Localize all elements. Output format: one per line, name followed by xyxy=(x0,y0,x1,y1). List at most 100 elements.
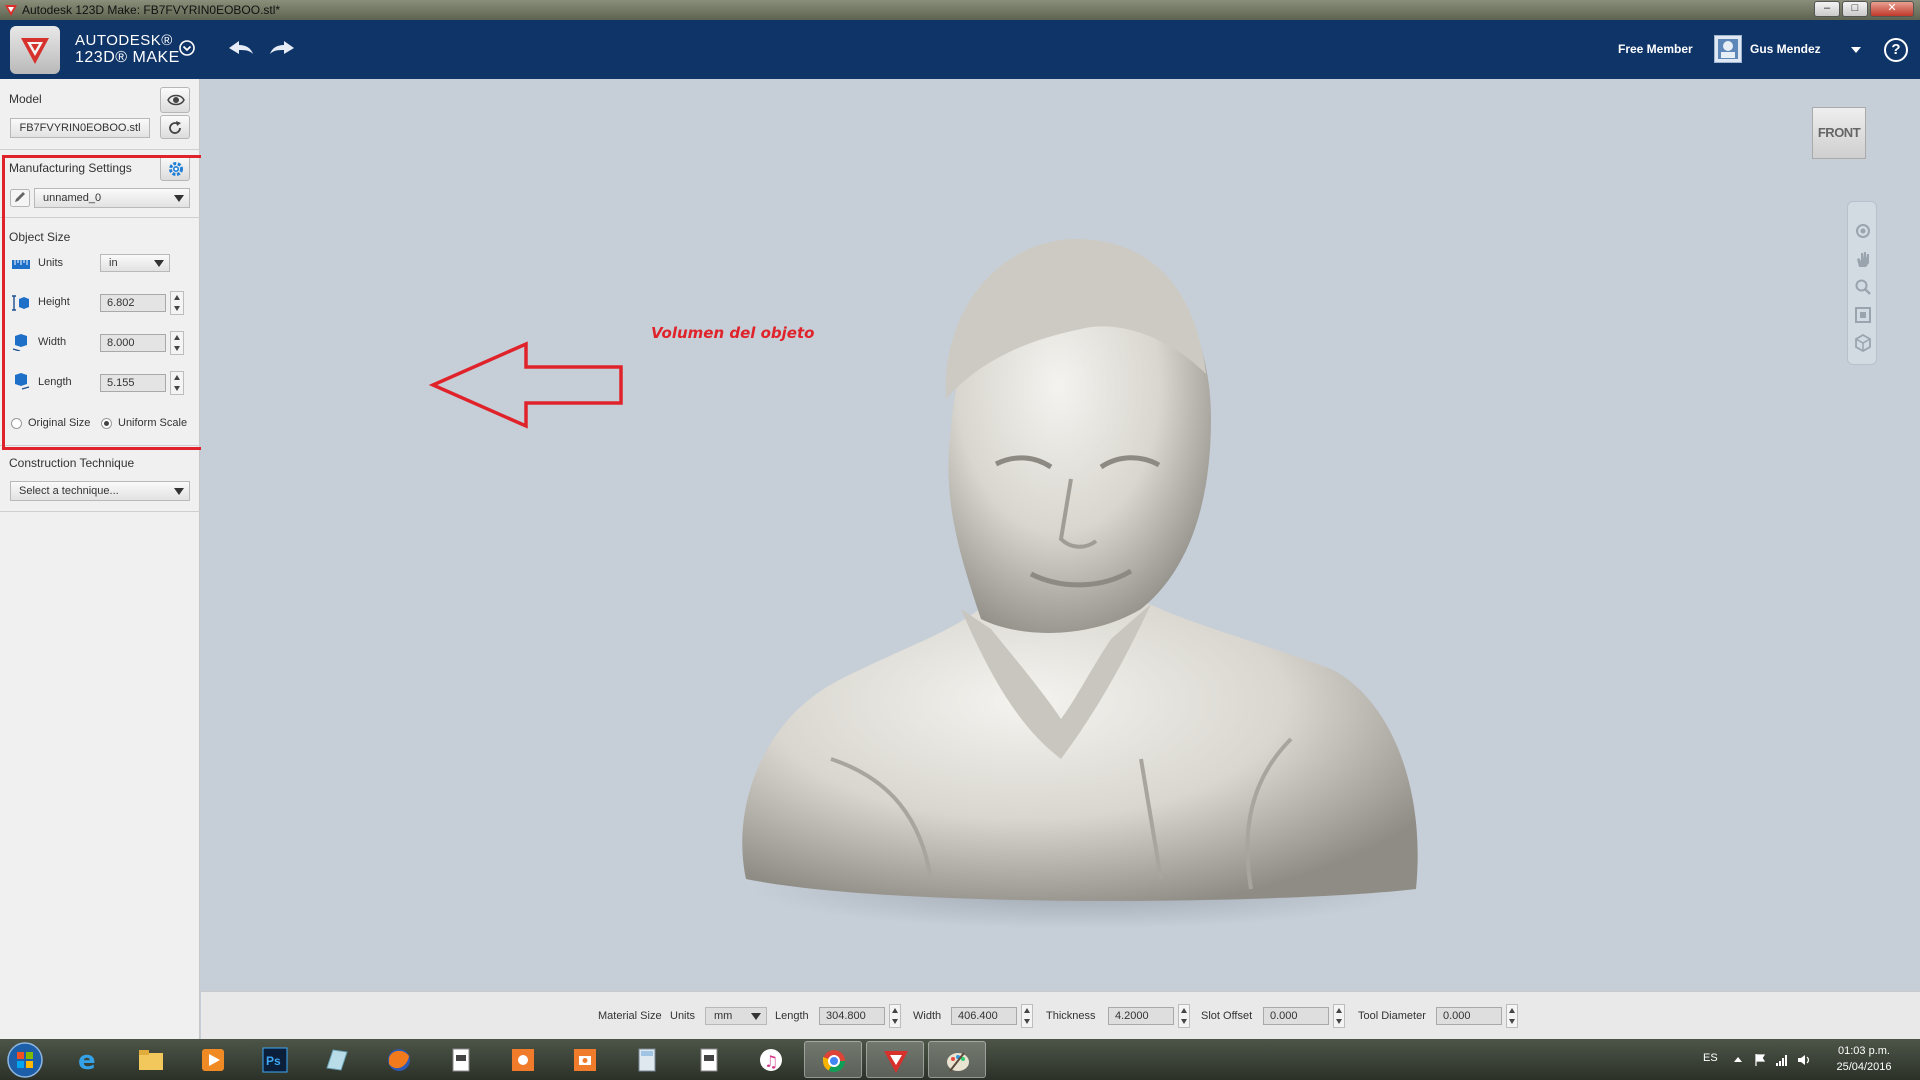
camera-icon xyxy=(574,1049,596,1071)
taskbar-calculator[interactable] xyxy=(618,1041,676,1078)
firefox-icon xyxy=(388,1049,410,1071)
document-icon xyxy=(700,1048,718,1072)
tool-diameter-input[interactable]: 0.000 xyxy=(1436,1007,1502,1025)
material-thickness-stepper[interactable] xyxy=(1178,1004,1190,1028)
tool-diameter-stepper[interactable] xyxy=(1506,1004,1518,1028)
taskbar-photoshop[interactable]: Ps xyxy=(246,1041,304,1078)
slot-offset-input[interactable]: 0.000 xyxy=(1263,1007,1329,1025)
orbit-icon[interactable] xyxy=(1854,222,1872,240)
calculator-icon xyxy=(638,1048,656,1072)
material-units-select[interactable]: mm xyxy=(705,1007,767,1025)
taskbar-clock[interactable]: 01:03 p.m. 25/04/2016 xyxy=(1826,1043,1902,1075)
reload-model-button[interactable] xyxy=(160,115,190,139)
window-title-bar: Autodesk 123D Make: FB7FVYRIN0EOBOO.stl*… xyxy=(0,0,1920,20)
stepper-up-icon[interactable] xyxy=(1024,1008,1030,1013)
material-thickness-input[interactable]: 4.2000 xyxy=(1108,1007,1174,1025)
material-length-input[interactable]: 304.800 xyxy=(819,1007,885,1025)
minimize-button[interactable]: – xyxy=(1814,1,1840,17)
divider xyxy=(0,149,200,150)
taskbar-123d-make[interactable] xyxy=(866,1041,924,1078)
undo-icon[interactable] xyxy=(227,38,255,58)
taskbar: e Ps ♫ ES 01:03 p.m. 25/04/2016 xyxy=(0,1039,1920,1080)
tool-diameter-label: Tool Diameter xyxy=(1358,1010,1426,1022)
app-logo[interactable] xyxy=(10,26,60,74)
taskbar-media-player[interactable] xyxy=(184,1041,242,1078)
annotation-text: Volumen del objeto xyxy=(651,324,815,342)
windows-start-icon[interactable] xyxy=(5,1041,45,1079)
show-hidden-icons-icon[interactable] xyxy=(1731,1053,1745,1067)
material-thickness-label: Thickness xyxy=(1046,1010,1096,1022)
fit-view-icon[interactable] xyxy=(1854,306,1872,324)
stepper-up-icon[interactable] xyxy=(1509,1008,1515,1013)
3d-viewport[interactable]: FRONT Volumen del objeto xyxy=(201,79,1920,991)
object-size-highlight-box xyxy=(2,155,210,450)
app-menu-chevron-icon[interactable] xyxy=(178,39,196,57)
help-button[interactable]: ? xyxy=(1884,38,1908,62)
technique-select[interactable]: Select a technique... xyxy=(10,481,190,501)
input-language[interactable]: ES xyxy=(1703,1052,1718,1064)
document-icon xyxy=(452,1048,470,1072)
pan-hand-icon[interactable] xyxy=(1854,250,1872,268)
user-menu-dropdown-icon[interactable] xyxy=(1851,47,1861,53)
folder-icon xyxy=(139,1050,163,1070)
construction-technique-label: Construction Technique xyxy=(9,456,135,470)
material-units-value: mm xyxy=(714,1010,733,1022)
volume-icon[interactable] xyxy=(1797,1053,1811,1067)
clock-time: 01:03 p.m. xyxy=(1838,1045,1890,1057)
close-button[interactable]: ✕ xyxy=(1870,1,1914,17)
123d-make-logo-icon xyxy=(21,38,49,64)
taskbar-chrome[interactable] xyxy=(804,1041,862,1078)
taskbar-document-viewer[interactable] xyxy=(432,1041,490,1078)
media-player-icon xyxy=(202,1049,224,1071)
chevron-down-icon xyxy=(751,1013,761,1020)
redo-icon[interactable] xyxy=(268,38,296,58)
taskbar-itunes[interactable]: ♫ xyxy=(742,1041,800,1078)
taskbar-document-viewer-2[interactable] xyxy=(680,1041,738,1078)
stepper-down-icon[interactable] xyxy=(1181,1019,1187,1024)
slot-offset-stepper[interactable] xyxy=(1333,1004,1345,1028)
zoom-icon[interactable] xyxy=(1854,278,1872,296)
stepper-down-icon[interactable] xyxy=(1024,1019,1030,1024)
stepper-down-icon[interactable] xyxy=(1336,1019,1342,1024)
taskbar-file-explorer[interactable] xyxy=(122,1041,180,1078)
eye-icon xyxy=(167,94,185,106)
slot-offset-label: Slot Offset xyxy=(1201,1010,1253,1022)
itunes-icon: ♫ xyxy=(760,1049,782,1071)
maximize-button[interactable]: □ xyxy=(1842,1,1868,17)
internet-explorer-icon: e xyxy=(78,1046,96,1074)
username[interactable]: Gus Mendez xyxy=(1750,42,1821,56)
window-title: Autodesk 123D Make: FB7FVYRIN0EOBOO.stl* xyxy=(22,3,281,17)
svg-text:e: e xyxy=(78,1046,96,1074)
taskbar-internet-explorer[interactable]: e xyxy=(60,1041,118,1078)
material-width-stepper[interactable] xyxy=(1021,1004,1033,1028)
stepper-up-icon[interactable] xyxy=(892,1008,898,1013)
toggle-model-visibility-button[interactable] xyxy=(160,87,190,113)
action-center-flag-icon[interactable] xyxy=(1753,1053,1767,1067)
taskbar-camera-app[interactable] xyxy=(556,1041,614,1078)
membership-status: Free Member xyxy=(1618,42,1693,56)
view-cube-front[interactable]: FRONT xyxy=(1812,107,1866,159)
material-units-label: Units xyxy=(670,1010,696,1022)
network-signal-icon[interactable] xyxy=(1775,1053,1789,1067)
avatar[interactable] xyxy=(1714,35,1742,63)
model-label: Model xyxy=(9,92,42,106)
paint-palette-icon xyxy=(947,1052,969,1072)
clock-date: 25/04/2016 xyxy=(1836,1061,1892,1073)
refresh-icon xyxy=(169,121,181,134)
technique-select-placeholder: Select a technique... xyxy=(19,485,119,497)
stepper-down-icon[interactable] xyxy=(892,1019,898,1024)
bust-3d-model[interactable] xyxy=(691,199,1451,959)
material-length-stepper[interactable] xyxy=(889,1004,901,1028)
stepper-down-icon[interactable] xyxy=(1509,1019,1515,1024)
user-avatar-icon xyxy=(1718,39,1738,59)
photoshop-icon: Ps xyxy=(262,1047,288,1073)
stepper-up-icon[interactable] xyxy=(1181,1008,1187,1013)
view-cube-icon[interactable] xyxy=(1854,334,1872,352)
stepper-up-icon[interactable] xyxy=(1336,1008,1342,1013)
material-width-input[interactable]: 406.400 xyxy=(951,1007,1017,1025)
taskbar-orange-app[interactable] xyxy=(494,1041,552,1078)
divider xyxy=(0,511,200,512)
taskbar-paint[interactable] xyxy=(928,1041,986,1078)
taskbar-notes-app[interactable] xyxy=(308,1041,366,1078)
taskbar-firefox[interactable] xyxy=(370,1041,428,1078)
